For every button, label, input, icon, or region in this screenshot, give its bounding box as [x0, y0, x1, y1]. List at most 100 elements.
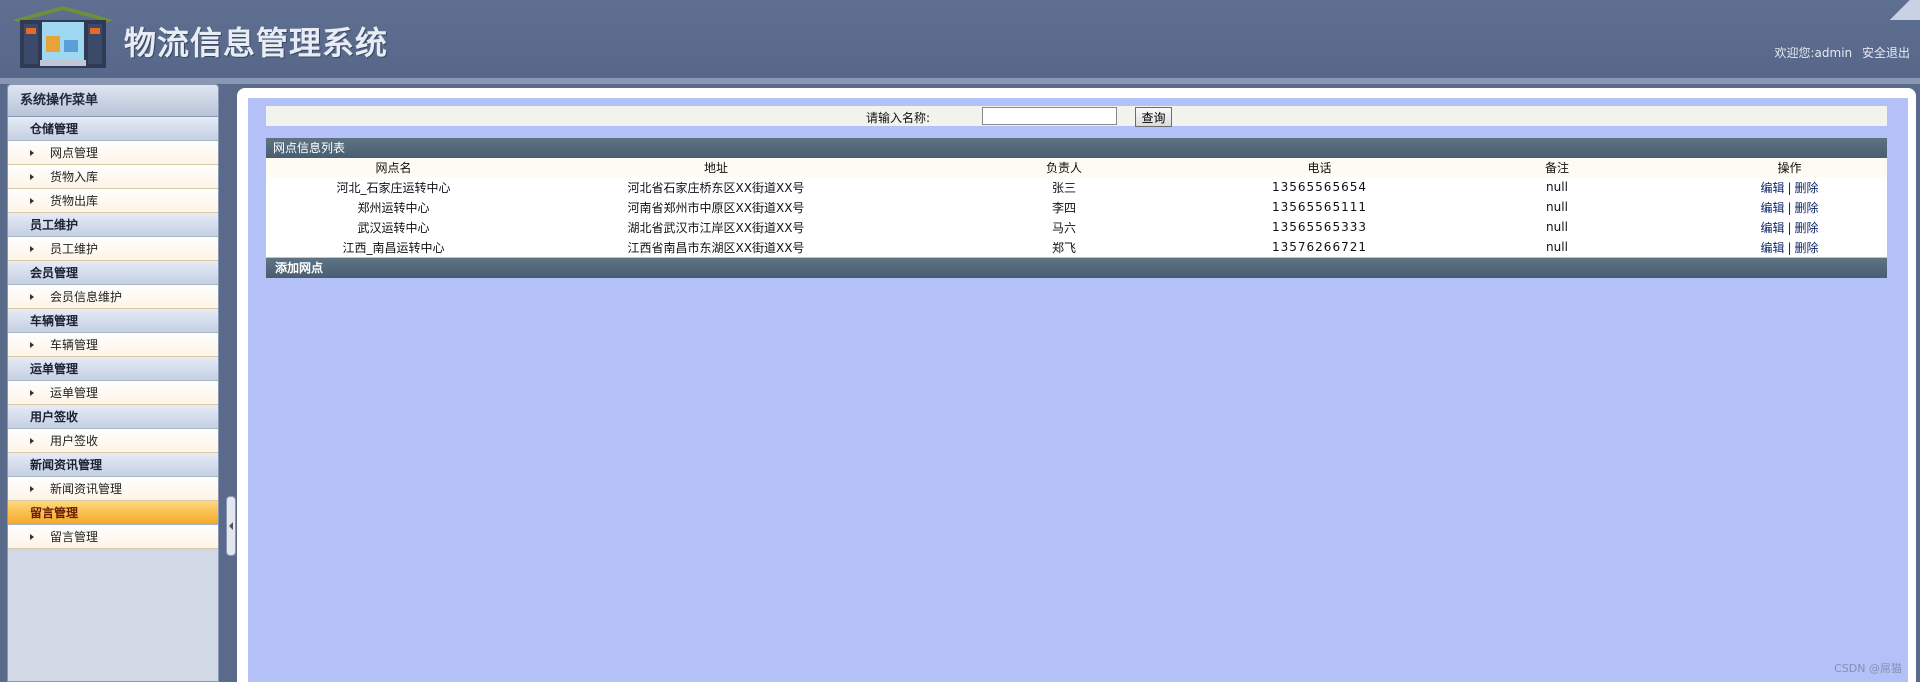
watermark: CSDN @屌猫	[1834, 662, 1902, 675]
delete-link[interactable]: 删除	[1795, 201, 1819, 215]
caret-right-icon	[30, 198, 34, 204]
action-separator: |	[1787, 180, 1792, 195]
column-header-manager: 负责人	[911, 158, 1217, 177]
chevron-left-icon	[229, 522, 233, 530]
caret-right-icon	[30, 438, 34, 444]
delete-link[interactable]: 删除	[1795, 181, 1819, 195]
search-button[interactable]: 查询	[1135, 107, 1172, 127]
cell-actions: 编辑 | 删除	[1692, 217, 1887, 237]
caret-right-icon	[30, 150, 34, 156]
caret-right-icon	[30, 390, 34, 396]
cell-address: 河南省郑州市中原区XX街道XX号	[521, 197, 911, 217]
cell-note: null	[1422, 177, 1692, 197]
cell-address: 湖北省武汉市江岸区XX街道XX号	[521, 217, 911, 237]
outlet-table: 网点名 地址 负责人 电话 备注 操作 河北_石家庄运转中心 河北省石家庄桥东区…	[266, 158, 1887, 257]
action-separator: |	[1787, 200, 1792, 215]
cell-manager: 张三	[911, 177, 1217, 197]
edit-link[interactable]: 编辑	[1760, 221, 1784, 235]
menu-item-goods-inbound[interactable]: 货物入库	[8, 165, 218, 189]
sidebar-container: 系统操作菜单 仓储管理 网点管理 货物入库 货物出库 员工维护 员工维护 会员管…	[0, 84, 232, 682]
cell-note: null	[1422, 217, 1692, 237]
menu-item-user-sign-off[interactable]: 用户签收	[8, 429, 218, 453]
cell-address: 江西省南昌市东湖区XX街道XX号	[521, 237, 911, 257]
cell-manager: 马六	[911, 217, 1217, 237]
action-separator: |	[1787, 220, 1792, 235]
caret-right-icon	[30, 174, 34, 180]
cell-name: 江西_南昌运转中心	[266, 237, 521, 257]
sidebar-menu: 系统操作菜单 仓储管理 网点管理 货物入库 货物出库 员工维护 员工维护 会员管…	[7, 84, 219, 682]
cell-actions: 编辑 | 删除	[1692, 237, 1887, 257]
caret-right-icon	[30, 342, 34, 348]
menu-group-members[interactable]: 会员管理	[8, 261, 218, 285]
delete-link[interactable]: 删除	[1795, 241, 1819, 255]
table-row: 郑州运转中心 河南省郑州市中原区XX街道XX号 李四 13565565111 n…	[266, 197, 1887, 217]
edit-link[interactable]: 编辑	[1760, 201, 1784, 215]
menu-group-news[interactable]: 新闻资讯管理	[8, 453, 218, 477]
menu-item-label: 会员信息维护	[50, 290, 123, 304]
app-header: 物流信息管理系统 欢迎您:admin 安全退出	[0, 0, 1920, 78]
table-row: 江西_南昌运转中心 江西省南昌市东湖区XX街道XX号 郑飞 1357626672…	[266, 237, 1887, 257]
caret-right-icon	[30, 534, 34, 540]
menu-group-sign-off[interactable]: 用户签收	[8, 405, 218, 429]
menu-group-staff[interactable]: 员工维护	[8, 213, 218, 237]
menu-group-storage[interactable]: 仓储管理	[8, 117, 218, 141]
column-header-address: 地址	[521, 158, 911, 177]
menu-item-label: 留言管理	[50, 530, 99, 544]
cell-name: 郑州运转中心	[266, 197, 521, 217]
caret-right-icon	[30, 294, 34, 300]
menu-item-label: 运单管理	[50, 386, 99, 400]
cell-note: null	[1422, 237, 1692, 257]
menu-item-news-management[interactable]: 新闻资讯管理	[8, 477, 218, 501]
app-title: 物流信息管理系统	[124, 24, 389, 62]
user-bar: 欢迎您:admin 安全退出	[1769, 44, 1911, 61]
cell-address: 河北省石家庄桥东区XX街道XX号	[521, 177, 911, 197]
column-header-phone: 电话	[1217, 158, 1422, 177]
menu-item-label: 新闻资讯管理	[50, 482, 123, 496]
cell-phone: 13565565333	[1217, 217, 1422, 237]
menu-item-staff-maintenance[interactable]: 员工维护	[8, 237, 218, 261]
menu-item-vehicle-management[interactable]: 车辆管理	[8, 333, 218, 357]
table-row: 河北_石家庄运转中心 河北省石家庄桥东区XX街道XX号 张三 135655656…	[266, 177, 1887, 197]
menu-item-message-management[interactable]: 留言管理	[8, 525, 218, 549]
cell-manager: 李四	[911, 197, 1217, 217]
cell-phone: 13576266721	[1217, 237, 1422, 257]
caret-right-icon	[30, 486, 34, 492]
column-header-actions: 操作	[1692, 158, 1887, 177]
cell-name: 武汉运转中心	[266, 217, 521, 237]
menu-item-label: 用户签收	[50, 434, 99, 448]
menu-item-outlet-management[interactable]: 网点管理	[8, 141, 218, 165]
menu-group-vehicles[interactable]: 车辆管理	[8, 309, 218, 333]
welcome-text: 欢迎您:admin	[1774, 46, 1853, 60]
edit-link[interactable]: 编辑	[1760, 241, 1784, 255]
sidebar-title: 系统操作菜单	[8, 85, 218, 117]
warehouse-logo-icon	[12, 6, 114, 68]
menu-item-label: 网点管理	[50, 146, 99, 160]
menu-group-waybills[interactable]: 运单管理	[8, 357, 218, 381]
caret-right-icon	[30, 246, 34, 252]
menu-item-goods-outbound[interactable]: 货物出库	[8, 189, 218, 213]
table-row: 武汉运转中心 湖北省武汉市江岸区XX街道XX号 马六 13565565333 n…	[266, 217, 1887, 237]
search-input[interactable]	[982, 107, 1117, 125]
edit-link[interactable]: 编辑	[1760, 181, 1784, 195]
menu-item-label: 货物出库	[50, 194, 99, 208]
header-corner-decoration	[1880, 0, 1920, 20]
table-header-row: 网点名 地址 负责人 电话 备注 操作	[266, 158, 1887, 177]
search-label: 请输入名称:	[866, 111, 931, 125]
logout-link[interactable]: 安全退出	[1862, 46, 1910, 60]
column-header-name: 网点名	[266, 158, 521, 177]
cell-name: 河北_石家庄运转中心	[266, 177, 521, 197]
cell-actions: 编辑 | 删除	[1692, 197, 1887, 217]
cell-manager: 郑飞	[911, 237, 1217, 257]
menu-group-messages[interactable]: 留言管理	[8, 501, 218, 525]
cell-phone: 13565565111	[1217, 197, 1422, 217]
menu-item-waybill-management[interactable]: 运单管理	[8, 381, 218, 405]
add-outlet-link[interactable]: 添加网点	[266, 258, 1887, 278]
cell-note: null	[1422, 197, 1692, 217]
list-title: 网点信息列表	[266, 138, 1887, 158]
sidebar-collapse-handle[interactable]	[226, 496, 236, 556]
menu-item-label: 车辆管理	[50, 338, 99, 352]
cell-phone: 13565565654	[1217, 177, 1422, 197]
delete-link[interactable]: 删除	[1795, 221, 1819, 235]
menu-item-label: 货物入库	[50, 170, 99, 184]
menu-item-member-info[interactable]: 会员信息维护	[8, 285, 218, 309]
